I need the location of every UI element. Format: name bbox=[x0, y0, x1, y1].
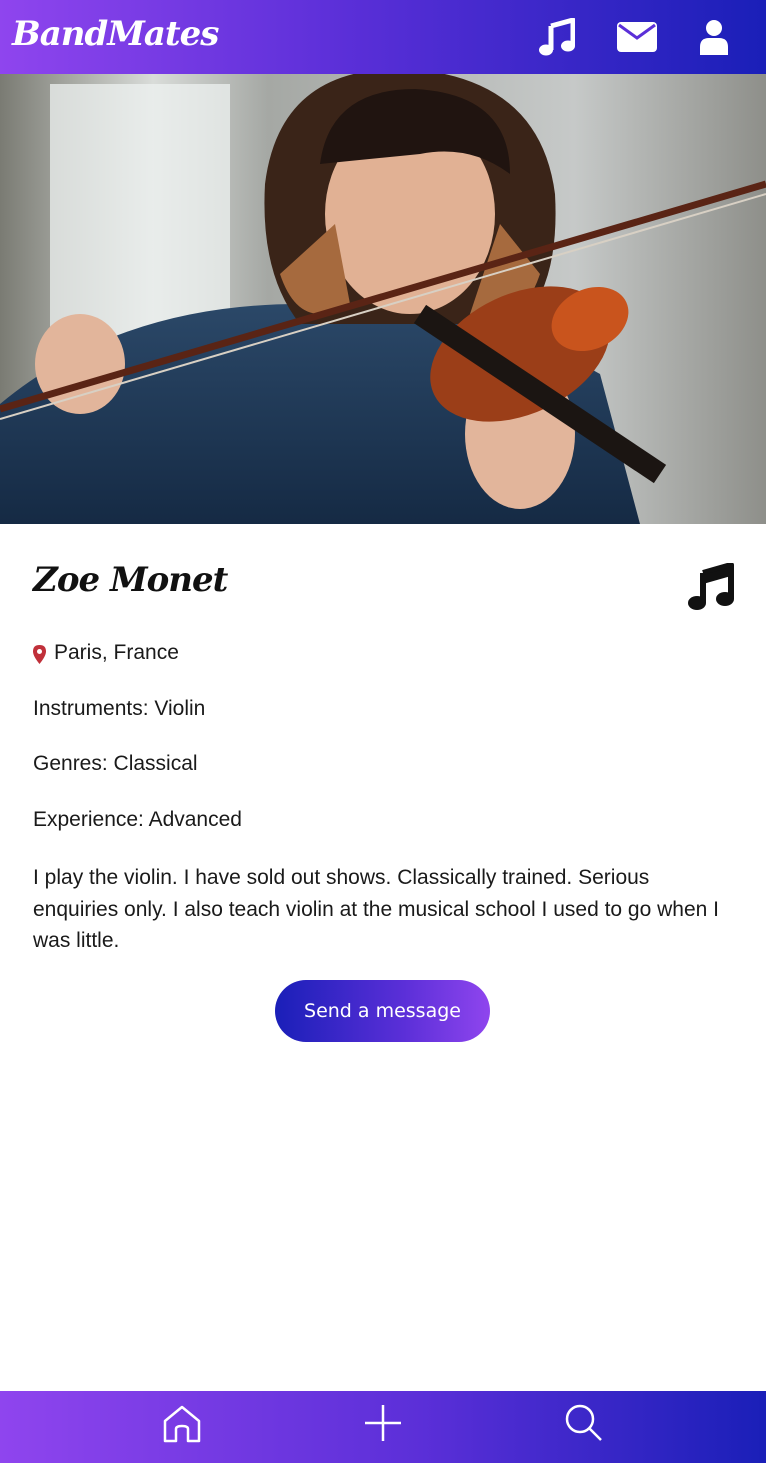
profile-location: Paris, France bbox=[54, 641, 179, 664]
user-icon[interactable] bbox=[692, 16, 736, 58]
top-nav-bar: BandMates bbox=[0, 0, 766, 74]
profile-experience: Experience: Advanced bbox=[33, 808, 242, 831]
profile-name: Zoe Monet bbox=[33, 560, 228, 600]
home-icon[interactable] bbox=[160, 1401, 204, 1445]
plus-icon[interactable] bbox=[361, 1401, 405, 1445]
bottom-nav-bar bbox=[0, 1391, 766, 1463]
envelope-icon[interactable] bbox=[615, 16, 659, 58]
profile-photo bbox=[0, 74, 766, 524]
music-icon[interactable] bbox=[535, 16, 579, 58]
send-message-button[interactable]: Send a message bbox=[275, 980, 490, 1042]
music-note-icon bbox=[688, 562, 734, 611]
search-icon[interactable] bbox=[562, 1401, 606, 1445]
profile-genres: Genres: Classical bbox=[33, 752, 198, 775]
app-logo[interactable]: BandMates bbox=[12, 14, 219, 54]
profile-instruments: Instruments: Violin bbox=[33, 697, 206, 720]
location-pin-icon bbox=[33, 645, 46, 664]
profile-bio: I play the violin. I have sold out shows… bbox=[33, 866, 719, 952]
